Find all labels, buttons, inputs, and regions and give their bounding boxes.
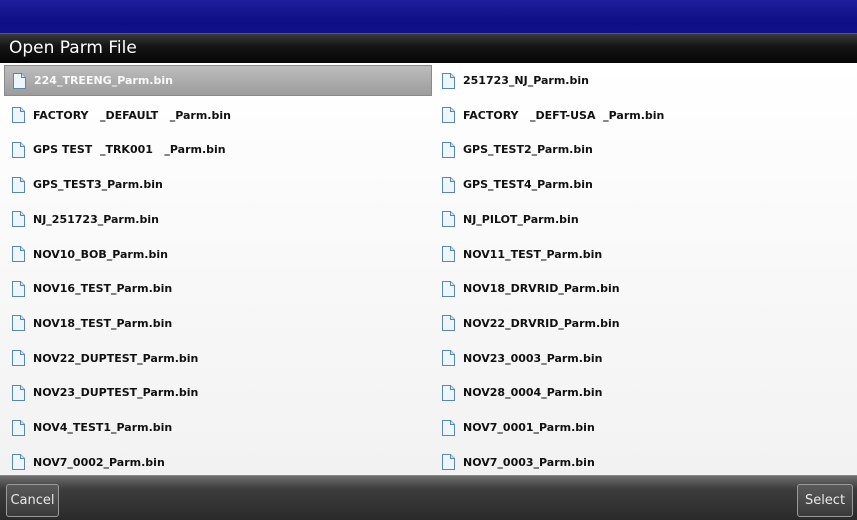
file-icon (12, 350, 25, 367)
file-list-item[interactable]: FACTORY _DEFT-USA _Parm.bin (437, 100, 853, 131)
file-list-item[interactable]: NJ_PILOT_Parm.bin (437, 204, 853, 235)
file-icon (442, 72, 455, 89)
file-name: NOV22_DUPTEST_Parm.bin (33, 351, 199, 365)
file-list-item[interactable]: GPS_TEST3_Parm.bin (4, 169, 432, 200)
file-icon (442, 141, 455, 158)
file-name: NOV4_TEST1_Parm.bin (33, 421, 173, 434)
select-button[interactable]: Select (797, 484, 853, 517)
file-icon (442, 107, 455, 124)
file-list-item[interactable]: NOV7_0001_Parm.bin (437, 412, 853, 443)
file-name: 224_TREENG_Parm.bin (34, 74, 173, 87)
file-name: GPS TEST _TRK001 _Parm.bin (33, 143, 226, 157)
file-name: NOV11_TEST_Parm.bin (463, 247, 603, 261)
file-name: NOV23_0003_Parm.bin (463, 351, 603, 365)
file-name: 251723_NJ_Parm.bin (463, 74, 589, 87)
file-list[interactable]: 224_TREENG_Parm.bin FACTORY _DEFAULT _Par… (0, 63, 857, 475)
file-icon (442, 384, 455, 401)
file-list-item[interactable]: NOV16_TEST_Parm.bin (4, 273, 432, 304)
file-icon (13, 72, 26, 89)
file-icon (12, 419, 25, 436)
file-list-item[interactable]: NOV22_DRVRID_Parm.bin (437, 308, 853, 339)
file-name: NOV28_0004_Parm.bin (463, 386, 603, 400)
file-name: NOV7_0003_Parm.bin (463, 455, 595, 469)
file-icon (12, 246, 25, 262)
file-name: NOV23_DUPTEST_Parm.bin (33, 386, 199, 400)
file-icon (442, 246, 455, 262)
file-icon (442, 350, 455, 367)
file-list-item[interactable]: NOV7_0002_Parm.bin (4, 447, 432, 475)
file-list-item[interactable]: NJ_251723_Parm.bin (4, 204, 432, 235)
bottom-button-bar: Cancel Select (0, 475, 857, 520)
file-icon (12, 454, 25, 471)
file-icon (12, 141, 25, 158)
file-list-item[interactable]: NOV11_TEST_Parm.bin (437, 239, 853, 270)
file-list-item[interactable]: GPS TEST _TRK001 _Parm.bin (4, 134, 432, 165)
file-name: NOV10_BOB_Parm.bin (33, 247, 168, 261)
file-list-item[interactable]: NOV7_0003_Parm.bin (437, 447, 853, 475)
file-name: FACTORY _DEFAULT _Parm.bin (33, 108, 231, 122)
file-list-item[interactable]: NOV4_TEST1_Parm.bin (4, 412, 432, 443)
dialog-title: Open Parm File (9, 38, 137, 58)
file-icon (12, 176, 25, 193)
file-name: NOV16_TEST_Parm.bin (33, 282, 173, 296)
file-icon (12, 211, 25, 228)
file-icon (442, 315, 455, 332)
file-list-item[interactable]: NOV10_BOB_Parm.bin (4, 239, 432, 270)
file-name: GPS_TEST4_Parm.bin (463, 178, 593, 192)
file-name: NJ_251723_Parm.bin (33, 212, 159, 226)
file-list-item[interactable]: NOV28_0004_Parm.bin (437, 377, 853, 408)
cancel-button[interactable]: Cancel (6, 484, 59, 517)
file-icon (12, 315, 25, 332)
file-icon (442, 176, 455, 193)
file-icon (12, 280, 25, 297)
file-name: FACTORY _DEFT-USA _Parm.bin (463, 108, 665, 122)
file-name: NOV7_0001_Parm.bin (463, 421, 595, 434)
file-icon (442, 454, 455, 471)
file-name: NOV18_DRVRID_Parm.bin (463, 282, 620, 296)
top-status-bar (0, 0, 857, 33)
file-name: NOV22_DRVRID_Parm.bin (463, 316, 620, 330)
file-icon (12, 384, 25, 401)
file-list-item[interactable]: NOV22_DUPTEST_Parm.bin (4, 343, 432, 374)
file-list-item[interactable]: GPS_TEST4_Parm.bin (437, 169, 853, 200)
file-list-item[interactable]: 224_TREENG_Parm.bin (4, 65, 432, 96)
file-icon (442, 280, 455, 297)
file-list-item[interactable]: NOV18_DRVRID_Parm.bin (437, 273, 853, 304)
file-icon (12, 107, 25, 124)
file-icon (442, 419, 455, 436)
file-list-item[interactable]: FACTORY _DEFAULT _Parm.bin (4, 100, 432, 131)
file-list-item[interactable]: GPS_TEST2_Parm.bin (437, 134, 853, 165)
file-name: GPS_TEST2_Parm.bin (463, 143, 593, 157)
dialog-title-bar: Open Parm File (0, 33, 857, 63)
file-list-item[interactable]: NOV18_TEST_Parm.bin (4, 308, 432, 339)
file-list-item[interactable]: 251723_NJ_Parm.bin (437, 65, 853, 96)
file-name: NOV7_0002_Parm.bin (33, 455, 165, 469)
file-name: NOV18_TEST_Parm.bin (33, 316, 173, 330)
file-list-item[interactable]: NOV23_DUPTEST_Parm.bin (4, 377, 432, 408)
file-name: GPS_TEST3_Parm.bin (33, 178, 163, 192)
file-name: NJ_PILOT_Parm.bin (463, 212, 579, 226)
file-list-item[interactable]: NOV23_0003_Parm.bin (437, 343, 853, 374)
file-icon (442, 211, 455, 228)
